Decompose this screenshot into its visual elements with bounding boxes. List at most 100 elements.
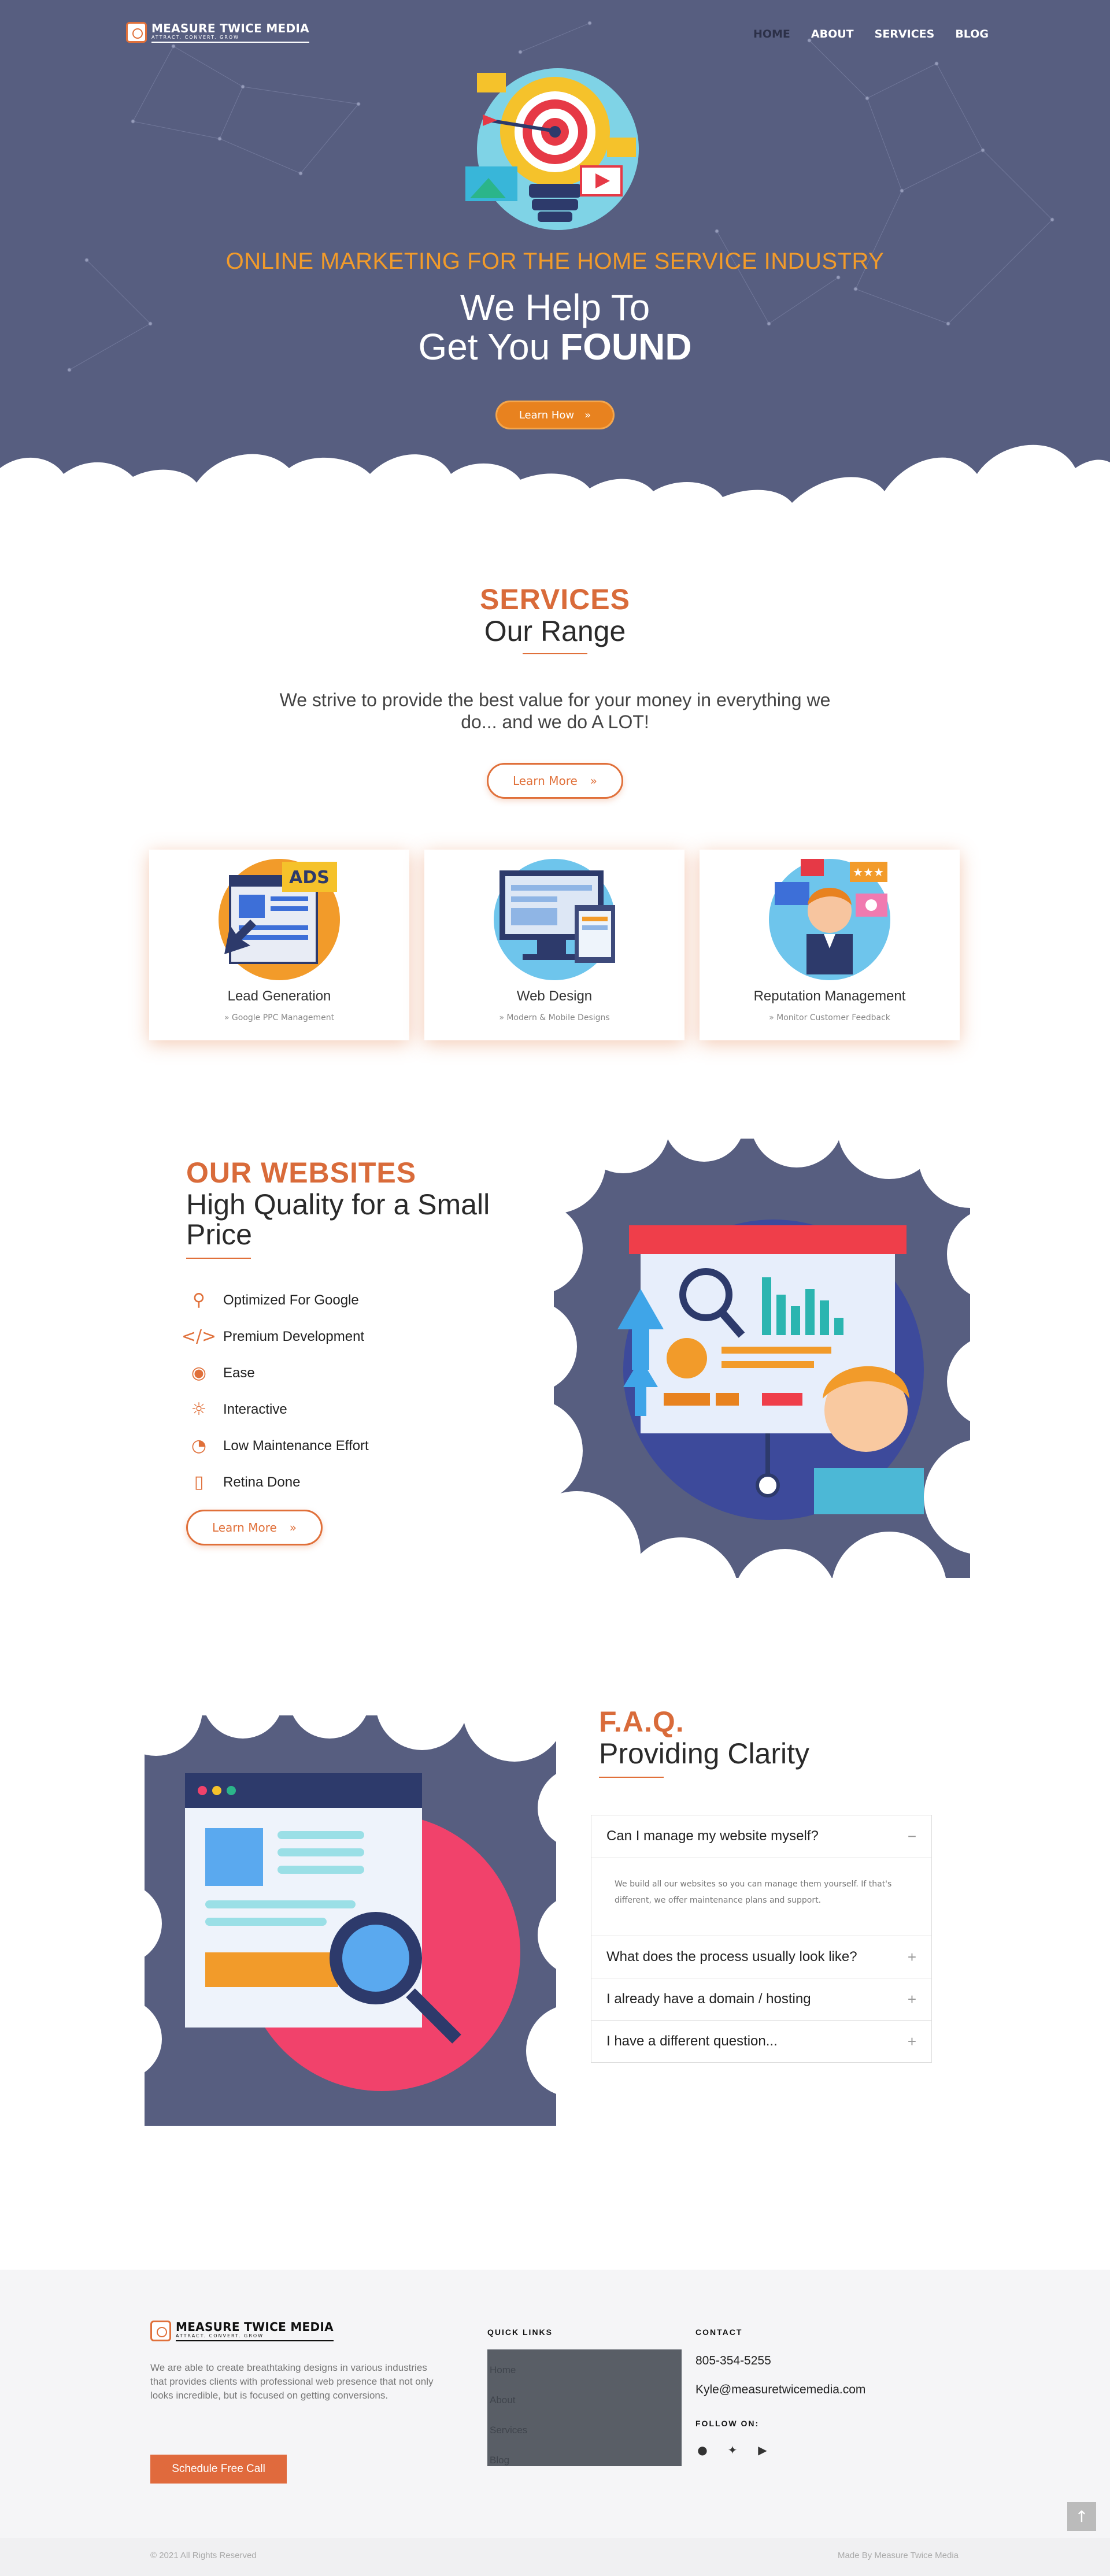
top-nav: MEASURE TWICE MEDIA ATTRACT. CONVERT. GR…: [0, 22, 1110, 51]
analytics-presentation-illustration: [554, 1139, 970, 1578]
websites-learn-more-button[interactable]: Learn More »: [186, 1510, 323, 1545]
footer-logo[interactable]: MEASURE TWICE MEDIA ATTRACT. CONVERT. GR…: [150, 2321, 439, 2341]
feature-item: </> Premium Development: [181, 1318, 545, 1355]
hero-section: MEASURE TWICE MEDIA ATTRACT. CONVERT. GR…: [0, 0, 1110, 538]
reputation-illustration: ★★★: [769, 859, 890, 980]
logo-name: MEASURE TWICE MEDIA: [176, 2320, 334, 2334]
service-card-reputation-management[interactable]: ★★★ Reputation Management » Monitor Cust…: [700, 850, 960, 1040]
search-browser-illustration: [145, 1715, 556, 2126]
faq-title: Providing Clarity: [599, 1737, 810, 1770]
footer-link-blog[interactable]: Blog: [490, 2445, 679, 2475]
title-underline: [523, 653, 587, 654]
websites-title: High Quality for a Small Price: [186, 1188, 490, 1251]
double-chevron-right-icon: »: [584, 409, 591, 421]
footer-about-text: We are able to create breathtaking desig…: [150, 2362, 434, 2401]
services-description: We strive to provide the best value for …: [279, 690, 831, 732]
quick-links-heading: QUICK LINKS: [487, 2327, 553, 2337]
service-card-lead-generation[interactable]: ADS Lead Generation » Google PPC Managem…: [149, 850, 409, 1040]
title-underline: [599, 1777, 664, 1778]
card-title: Lead Generation: [227, 988, 331, 1004]
faq-item: What does the process usually look like?…: [591, 1936, 931, 1978]
card-title: Reputation Management: [753, 988, 906, 1004]
main-menu: HOME ABOUT SERVICES BLOG: [753, 28, 989, 40]
twitter-icon[interactable]: ✦: [726, 2443, 739, 2457]
contact-heading: CONTACT: [695, 2327, 743, 2337]
double-chevron-right-icon: »: [590, 774, 598, 788]
nav-about[interactable]: ABOUT: [811, 28, 854, 40]
plus-icon: +: [907, 1990, 916, 2008]
bottom-bar: © 2021 All Rights Reserved Made By Measu…: [0, 2502, 1110, 2576]
hero-headline: We Help To Get You FOUND: [0, 288, 1110, 366]
hero-found: FOUND: [560, 326, 692, 368]
card-subtitle: » Monitor Customer Feedback: [769, 1013, 890, 1022]
feature-item: ⚲ Optimized For Google: [186, 1282, 545, 1318]
svg-text:★★★: ★★★: [853, 865, 884, 879]
title-underline: [186, 1258, 251, 1259]
faq-item: I have a different question... +: [591, 2021, 931, 2062]
logo-tagline: ATTRACT. CONVERT. GROW: [151, 35, 309, 43]
services-learn-more-button[interactable]: Learn More »: [487, 763, 623, 799]
nav-blog[interactable]: BLOG: [955, 28, 989, 40]
services-kicker: SERVICES: [480, 583, 630, 616]
card-subtitle: » Google PPC Management: [224, 1013, 335, 1022]
footer-link-services[interactable]: Services: [490, 2415, 679, 2445]
learn-how-button[interactable]: Learn How »: [495, 401, 615, 429]
quick-links: QUICK LINKS Home About Services Blog: [487, 2327, 682, 2466]
schedule-free-call-button[interactable]: Schedule Free Call: [150, 2455, 287, 2484]
websites-kicker: OUR WEBSITES: [186, 1157, 417, 1189]
feature-list: ⚲ Optimized For Google </> Premium Devel…: [181, 1282, 545, 1500]
faq-item-open: Can I manage my website myself? − We bui…: [591, 1815, 931, 1936]
quick-links-list: Home About Services Blog: [487, 2349, 682, 2466]
faq-item: I already have a domain / hosting +: [591, 1978, 931, 2021]
social-links: ● ✦ ▶: [695, 2443, 865, 2457]
card-subtitle: » Modern & Mobile Designs: [499, 1013, 610, 1022]
contact-block: CONTACT 805-354-5255 Kyle@measuretwiceme…: [695, 2327, 865, 2457]
faq-question[interactable]: Can I manage my website myself? −: [591, 1815, 931, 1857]
double-chevron-right-icon: »: [289, 1521, 297, 1535]
faq-section: F.A.Q. Providing Clarity Can I manage my…: [0, 1705, 1110, 2270]
feature-item: ☼ Interactive: [186, 1391, 545, 1428]
websites-section: OUR WEBSITES High Quality for a Small Pr…: [0, 1121, 1110, 1705]
nav-home[interactable]: HOME: [753, 28, 790, 40]
facebook-icon[interactable]: ●: [695, 2443, 709, 2457]
logo-mark-icon: [126, 22, 147, 43]
faq-answer: We build all our websites so you can man…: [591, 1857, 931, 1936]
faq-question[interactable]: I have a different question... +: [591, 2021, 931, 2062]
logo-name: MEASURE TWICE MEDIA: [151, 21, 309, 35]
lightbulb-target-illustration: [465, 68, 639, 230]
made-by: Made By Measure Twice Media: [838, 2551, 959, 2560]
brand-logo[interactable]: MEASURE TWICE MEDIA ATTRACT. CONVERT. GR…: [126, 22, 309, 43]
logo-tagline: ATTRACT. CONVERT. GROW: [176, 2333, 334, 2341]
hero-line-2: Get You FOUND: [418, 326, 692, 368]
copyright: © 2021 All Rights Reserved: [150, 2551, 257, 2560]
logo-mark-icon: [150, 2321, 171, 2341]
service-cards: ADS Lead Generation » Google PPC Managem…: [149, 850, 960, 1040]
faq-question[interactable]: What does the process usually look like?…: [591, 1936, 931, 1978]
faq-kicker: F.A.Q.: [599, 1706, 684, 1738]
hero-kicker: ONLINE MARKETING FOR THE HOME SERVICE IN…: [225, 249, 885, 274]
follow-heading: FOLLOW ON:: [695, 2419, 760, 2428]
feature-item: ◉ Ease: [186, 1355, 545, 1391]
footer-link-home[interactable]: Home: [490, 2355, 679, 2385]
scroll-to-top-icon[interactable]: ↑: [1067, 2502, 1096, 2531]
footer: MEASURE TWICE MEDIA ATTRACT. CONVERT. GR…: [0, 2270, 1110, 2538]
contact-phone[interactable]: 805-354-5255: [695, 2354, 865, 2368]
gauge-icon: ◔: [191, 1436, 207, 1456]
service-card-web-design[interactable]: Web Design » Modern & Mobile Designs: [424, 850, 684, 1040]
plus-icon: +: [907, 1948, 916, 1966]
faq-question[interactable]: I already have a domain / hosting +: [591, 1978, 931, 2020]
footer-link-about[interactable]: About: [490, 2385, 679, 2415]
card-title: Web Design: [516, 988, 593, 1004]
ads-illustration: ADS: [219, 859, 340, 980]
search-icon: ⚲: [193, 1290, 205, 1310]
hero-line-1: We Help To: [460, 287, 650, 328]
code-icon: </>: [181, 1326, 217, 1347]
svg-text:ADS: ADS: [289, 868, 330, 888]
services-title: Our Range: [484, 615, 626, 647]
nav-services[interactable]: SERVICES: [875, 28, 935, 40]
youtube-icon[interactable]: ▶: [756, 2443, 769, 2457]
contact-email[interactable]: Kyle@measuretwicemedia.com: [695, 2383, 865, 2397]
mobile-icon: ▯: [194, 1472, 204, 1492]
gamepad-icon: ◉: [191, 1363, 207, 1383]
minus-icon: −: [907, 1827, 916, 1845]
